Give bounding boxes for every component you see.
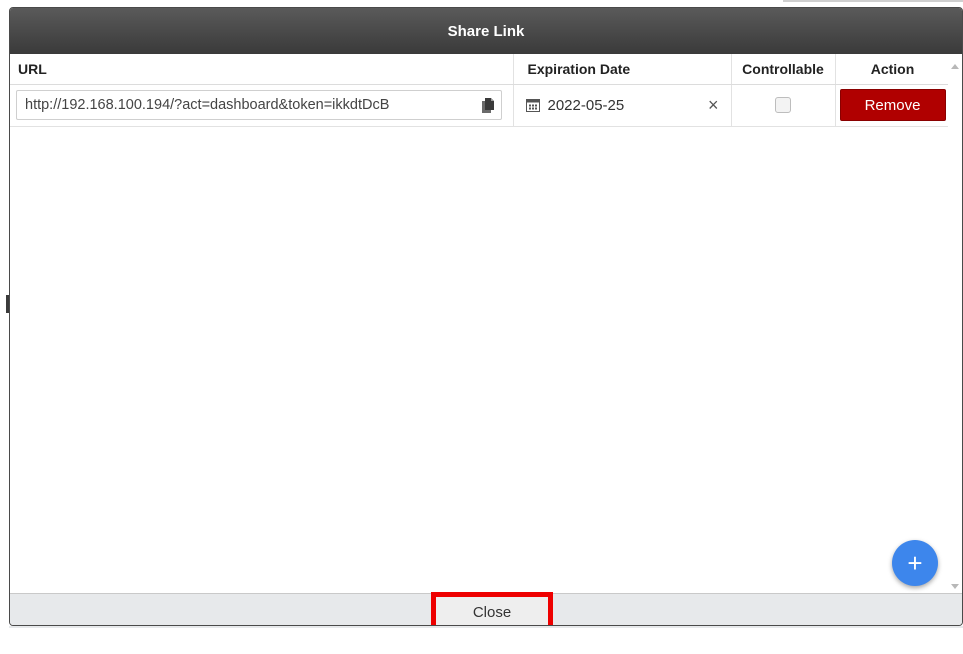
close-button[interactable]: Close: [467, 603, 517, 622]
column-header-controllable: Controllable: [731, 54, 836, 85]
clear-icon[interactable]: ×: [708, 96, 719, 114]
dialog-content: URL Expiration Date Controllable Action …: [10, 54, 962, 595]
controllable-checkbox[interactable]: [775, 97, 791, 113]
scroll-up-arrow[interactable]: [951, 64, 959, 69]
expiration-date-value: 2022-05-25: [547, 96, 625, 114]
column-header-url: URL: [10, 54, 514, 85]
expiration-date-field[interactable]: 2022-05-25 ×: [514, 85, 731, 126]
calendar-icon: [525, 99, 540, 112]
backdrop-top: [0, 0, 963, 6]
close-highlight: Close: [431, 592, 553, 625]
dialog-title: Share Link: [447, 22, 525, 40]
url-value[interactable]: http://192.168.100.194/?act=dashboard&to…: [17, 97, 465, 113]
copy-icon[interactable]: [481, 98, 495, 114]
action-cell: Remove: [835, 84, 951, 127]
column-header-action: Action: [835, 54, 951, 85]
backdrop-bar: [783, 0, 963, 2]
dialog-footer: Close: [10, 592, 962, 625]
share-link-dialog: Share Link URL Expiration Date Controlla…: [9, 7, 963, 626]
table-row: http://192.168.100.194/?act=dashboard&to…: [10, 84, 951, 127]
add-link-button[interactable]: +: [892, 540, 938, 586]
expiration-cell: 2022-05-25 ×: [513, 84, 732, 127]
scroll-down-arrow[interactable]: [951, 584, 959, 589]
table-header-row: URL Expiration Date Controllable Action: [10, 54, 951, 85]
vertical-scrollbar[interactable]: [948, 54, 962, 595]
share-links-table: URL Expiration Date Controllable Action …: [10, 54, 951, 127]
plus-icon: +: [907, 547, 923, 578]
url-cell: http://192.168.100.194/?act=dashboard&to…: [10, 84, 514, 127]
dialog-titlebar: Share Link: [10, 8, 962, 54]
column-header-expiration: Expiration Date: [513, 54, 732, 85]
bottom-strip: [9, 626, 963, 628]
remove-button[interactable]: Remove: [839, 89, 946, 121]
controllable-cell: [731, 84, 836, 127]
url-field[interactable]: http://192.168.100.194/?act=dashboard&to…: [16, 90, 502, 120]
